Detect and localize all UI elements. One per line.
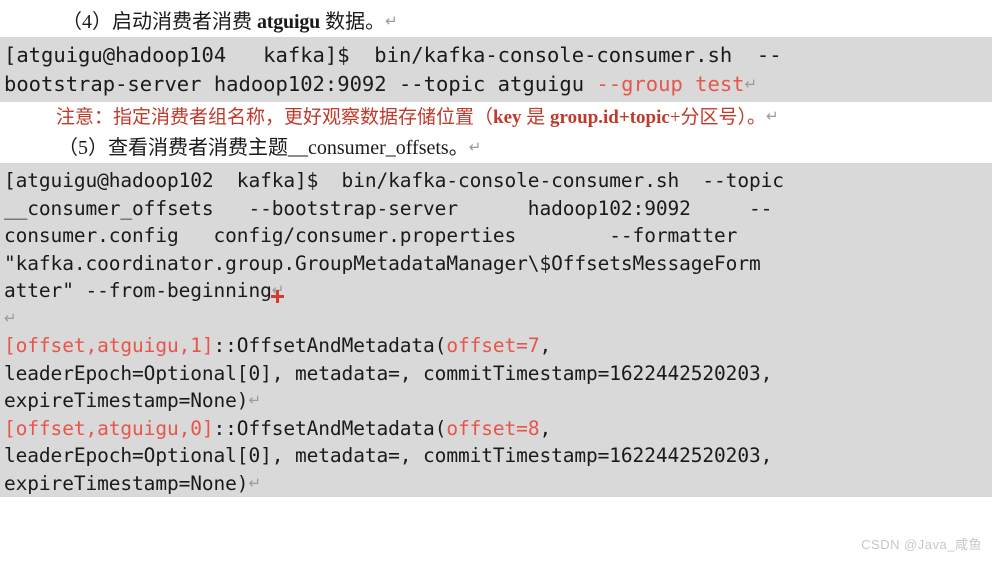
code-token: consumer.config config/consumer.properti… [4, 224, 738, 247]
code-token-highlight: offset=8 [446, 416, 540, 440]
step-5-text-before: 查看消费者消费主题 [108, 137, 288, 159]
note-return-mark: ↵ [766, 107, 779, 125]
code-return-mark: ↵ [4, 308, 17, 327]
document-page: { "document": { "title_step_4": { "numbe… [0, 0, 992, 561]
step-4-latin-token: atguigu [257, 11, 321, 33]
note-body-1: 指定消费者组名称，更好观察数据存储位置（ [113, 107, 494, 128]
code-line: expireTimestamp=None)↵ [4, 470, 992, 498]
console-code-block-2[interactable]: [atguigu@hadoop102 kafka]$ bin/kafka-con… [0, 163, 992, 497]
code-line: bootstrap-server hadoop102:9092 --topic … [4, 70, 992, 99]
code-token: [atguigu@hadoop104 kafka]$ bin/kafka-con… [4, 43, 782, 67]
code-line: [offset,atguigu,0]::OffsetAndMetadata(of… [4, 415, 992, 443]
note-body-2: 是 [521, 107, 551, 128]
step-5-text-after: 。 [448, 137, 469, 159]
code-line: [offset,atguigu,1]::OffsetAndMetadata(of… [4, 332, 992, 360]
code-token-highlight: [offset,atguigu,0] [4, 416, 214, 440]
code-line: [atguigu@hadoop102 kafka]$ bin/kafka-con… [4, 167, 992, 195]
code-line: leaderEpoch=Optional[0], metadata=, comm… [4, 442, 992, 470]
code-token: atter" --from-beginning [4, 279, 272, 302]
code-line: [atguigu@hadoop104 kafka]$ bin/kafka-con… [4, 41, 992, 70]
code-line: leaderEpoch=Optional[0], metadata=, comm… [4, 360, 992, 388]
note-latin-value: group.id+topic [550, 107, 670, 128]
code-token: leaderEpoch=Optional[0], metadata=, comm… [4, 444, 773, 467]
code-token-highlight: [offset,atguigu,1] [4, 334, 214, 357]
step-4-text-before: 启动消费者消费 [112, 11, 257, 33]
code-token: expireTimestamp=None) [4, 389, 249, 412]
code-token: ::OffsetAndMetadata( [213, 334, 447, 357]
step-4-return-mark: ↵ [385, 12, 398, 30]
code-line: consumer.config config/consumer.properti… [4, 222, 992, 250]
console-code-block-1[interactable]: [atguigu@hadoop104 kafka]$ bin/kafka-con… [0, 37, 992, 102]
step-heading-4: （4）启动消费者消费 atguigu 数据。↵ [0, 6, 992, 37]
warning-note: 注意：指定消费者组名称，更好观察数据存储位置（key 是 group.id+to… [0, 102, 992, 132]
note-latin-key: key [493, 107, 522, 128]
code-token-highlight: offset=7 [446, 334, 540, 357]
code-token: "kafka.coordinator.group.GroupMetadataMa… [4, 251, 761, 275]
code-token: leaderEpoch=Optional[0], metadata=, comm… [4, 361, 773, 385]
code-token: , [539, 334, 552, 357]
step-5-return-mark: ↵ [468, 138, 482, 156]
code-line: "kafka.coordinator.group.GroupMetadataMa… [4, 250, 992, 278]
note-prefix: 注意： [56, 107, 114, 128]
code-return-mark: ↵ [248, 391, 261, 409]
code-token: expireTimestamp=None) [4, 471, 249, 495]
note-body-3: +分区号）。 [669, 107, 767, 128]
step-heading-5: （5）查看消费者消费主题__consumer_offsets。↵ [0, 132, 992, 163]
code-line: __consumer_offsets --bootstrap-server ha… [4, 195, 992, 223]
code-token: bootstrap-server hadoop102:9092 --topic … [4, 72, 597, 96]
code-line: atter" --from-beginning↵ [4, 277, 992, 305]
code-line: ↵ [4, 305, 992, 333]
step-4-number: （4） [62, 11, 112, 33]
code-token: ::OffsetAndMetadata( [213, 416, 447, 440]
step-5-latin-token: __consumer_offsets [288, 137, 449, 159]
code-token: __consumer_offsets --bootstrap-server ha… [4, 196, 773, 220]
csdn-watermark: CSDN @Java_咸鱼 [861, 537, 982, 552]
code-token: , [539, 416, 552, 440]
code-token-highlight: --group test [596, 72, 745, 96]
code-line: expireTimestamp=None)↵ [4, 387, 992, 415]
code-return-mark: ↵ [248, 473, 261, 492]
code-return-mark: ↵ [271, 281, 285, 299]
code-return-mark: ↵ [744, 75, 758, 93]
step-5-number: （5） [58, 137, 108, 159]
code-token: [atguigu@hadoop102 kafka]$ bin/kafka-con… [4, 169, 784, 192]
step-4-text-after: 数据。 [320, 11, 386, 33]
